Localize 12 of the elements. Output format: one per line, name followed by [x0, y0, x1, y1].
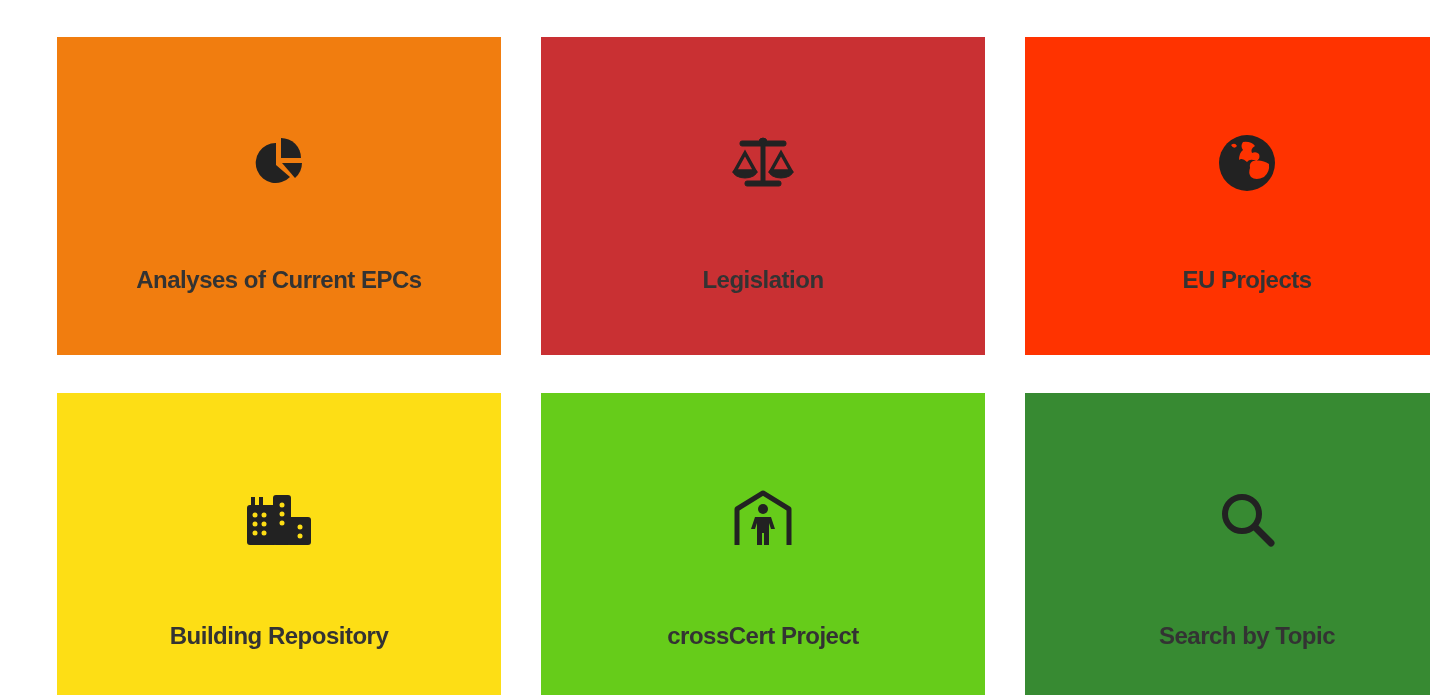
tile-label: Legislation — [702, 266, 824, 294]
tile-label: crossCert Project — [667, 622, 859, 650]
category-tile[interactable]: Building Repository — [57, 393, 501, 695]
category-tile[interactable]: Search by Topic — [1025, 393, 1430, 695]
tile-label: Search by Topic — [1158, 622, 1336, 650]
category-tile[interactable]: EU Projects — [1025, 37, 1430, 355]
tile-label: EU Projects — [1182, 266, 1312, 294]
category-tile[interactable]: Analyses of Current EPCs — [57, 37, 501, 355]
tile-label: Analyses of Current EPCs — [136, 266, 422, 294]
tile-label: Building Repository — [169, 622, 389, 650]
category-tile[interactable]: crossCert Project — [541, 393, 985, 695]
category-tile[interactable]: Legislation — [541, 37, 985, 355]
